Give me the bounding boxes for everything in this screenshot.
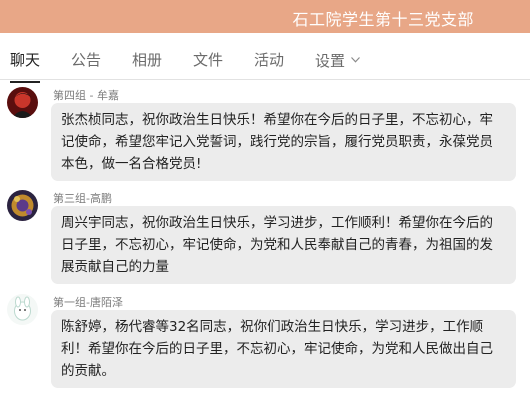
message-item: 第三组-高鹏 周兴宇同志，祝你政治生日快乐，学习进步，工作顺利！希望你在今后的日… [0,190,530,285]
message-bubble: 陈舒婷，杨代睿等32名同志，祝你们政治生日快乐，学习进步，工作顺利！希望你在今后… [51,310,516,388]
message-bubble: 周兴宇同志，祝你政治生日快乐，学习进步，工作顺利！希望你在今后的日子里，不忘初心… [51,206,516,284]
message-item: 第四组 - 牟嘉 张杰桢同志，祝你政治生日快乐！希望你在今后的日子里，不忘初心，… [0,87,530,182]
group-title: 石工院学生第十三党支部 [292,10,474,29]
tab-chat[interactable]: 聊天 [10,49,41,83]
tab-album[interactable]: 相册 [132,49,162,70]
sender-name: 第三组-高鹏 [53,192,112,205]
tab-activities[interactable]: 活动 [254,49,284,70]
tab-settings[interactable]: 设置 [315,49,360,71]
avatar[interactable] [7,87,38,118]
tab-bar: 聊天 公告 相册 文件 活动 设置 [0,33,530,83]
avatar[interactable] [7,294,38,325]
sender-name: 第一组-唐陌泽 [53,296,123,309]
tab-files[interactable]: 文件 [193,49,223,70]
message-bubble: 张杰桢同志，祝你政治生日快乐！希望你在今后的日子里，不忘初心，牢记使命，希望您牢… [51,103,516,181]
tab-settings-label: 设置 [315,52,346,70]
avatar[interactable] [7,190,38,221]
group-header: 石工院学生第十三党支部 [0,0,530,33]
sender-name: 第四组 - 牟嘉 [53,89,119,102]
tab-announcements[interactable]: 公告 [71,49,101,70]
chevron-down-icon [351,49,360,67]
message-item: 第一组-唐陌泽 陈舒婷，杨代睿等32名同志，祝你们政治生日快乐，学习进步，工作顺… [0,294,530,389]
